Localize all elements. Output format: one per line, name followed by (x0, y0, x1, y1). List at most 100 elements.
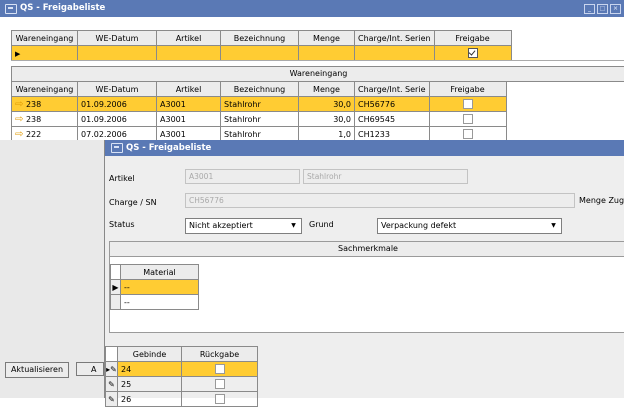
minimize-icon[interactable]: _ (584, 4, 595, 14)
rueckgabe-checkbox[interactable] (214, 394, 225, 404)
freigabe-checkbox[interactable] (462, 129, 473, 139)
rueckgabe-cell[interactable] (181, 361, 258, 377)
sachmerkmale-header: Sachmerkmale (110, 242, 624, 257)
edit-pencil-icon: ✎ (105, 391, 118, 407)
gebinde-cell[interactable]: 25 (117, 376, 182, 392)
row-freigabe[interactable] (428, 96, 507, 112)
gebinde-header[interactable]: Gebinde (117, 346, 182, 362)
filter-cell-menge[interactable] (298, 45, 355, 61)
filter-table: Wareneingang WE-Datum Artikel Bezeichnun… (11, 30, 512, 61)
material-cell[interactable]: -- (120, 294, 199, 310)
charge-label: Charge / SN (109, 198, 157, 207)
filter-header-artikel[interactable]: Artikel (156, 30, 221, 46)
row-arrow-icon: ⇨ (15, 128, 24, 140)
artikel-bezeichnung-field[interactable]: Stahlrohr (303, 169, 468, 184)
row-we-datum[interactable]: 01.09.2006 (77, 111, 157, 127)
filter-cell-freigabe[interactable] (433, 45, 512, 61)
table-row[interactable]: ⇨ 238 01.09.2006 A3001 Stahlrohr 30,0 CH… (11, 96, 507, 112)
material-table: Material ▶ -- -- (110, 264, 199, 310)
row-freigabe[interactable] (428, 111, 507, 127)
gebinde-row[interactable]: ▸✎ 24 (105, 361, 258, 377)
table-row[interactable]: ⇨ 238 01.09.2006 A3001 Stahlrohr 30,0 CH… (11, 111, 507, 127)
col-header-freigabe[interactable]: Freigabe (428, 81, 507, 97)
dialog-title: QS - Freigabeliste (126, 143, 212, 153)
col-header-we-datum[interactable]: WE-Datum (77, 81, 157, 97)
window-title-bar: QS - Freigabeliste _ □ × (0, 0, 624, 17)
filter-header-bezeichnung[interactable]: Bezeichnung (220, 30, 299, 46)
filter-cell-wareneingang[interactable]: ▶ (11, 45, 78, 61)
chevron-down-icon[interactable]: ▼ (288, 220, 299, 232)
charge-field[interactable]: CH56776 (185, 193, 575, 208)
row-artikel[interactable]: A3001 (156, 96, 221, 112)
gebinde-cell[interactable]: 26 (117, 391, 182, 407)
row-bezeichnung[interactable]: Stahlrohr (220, 96, 299, 112)
col-header-wareneingang[interactable]: Wareneingang (11, 81, 78, 97)
material-header-row: Material (110, 264, 199, 280)
material-cell[interactable]: -- (120, 279, 199, 295)
freigabe-checkbox[interactable] (462, 114, 473, 124)
rueckgabe-cell[interactable] (181, 376, 258, 392)
row-charge[interactable]: CH56776 (354, 96, 430, 112)
row-wareneingang[interactable]: ⇨ 238 (11, 96, 78, 112)
rueckgabe-checkbox[interactable] (214, 364, 225, 374)
freigabe-checkbox[interactable] (462, 99, 473, 109)
grund-value: Verpackung defekt (381, 221, 457, 230)
col-header-menge[interactable]: Menge (298, 81, 355, 97)
row-wareneingang-value: 222 (25, 129, 42, 139)
col-header-charge[interactable]: Charge/Int. Serie (354, 81, 430, 97)
row-menge[interactable]: 30,0 (298, 96, 355, 112)
rueckgabe-checkbox[interactable] (214, 379, 225, 389)
rueckgabe-cell[interactable] (181, 391, 258, 407)
main-background (0, 140, 104, 398)
material-row[interactable]: -- (110, 294, 199, 310)
status-value: Nicht akzeptiert (189, 221, 253, 230)
row-charge[interactable]: CH69545 (354, 111, 430, 127)
divider (11, 60, 624, 61)
edit-pencil-icon: ▸✎ (105, 361, 118, 377)
close-icon[interactable]: × (610, 4, 621, 14)
filter-input-row[interactable]: ▶ (11, 45, 512, 61)
dialog-app-icon (111, 143, 123, 153)
main-table: Wareneingang WE-Datum Artikel Bezeichnun… (11, 81, 507, 142)
filter-cell-charge[interactable] (354, 45, 435, 61)
main-header-row: Wareneingang WE-Datum Artikel Bezeichnun… (11, 81, 507, 97)
detail-dialog: QS - Freigabeliste Artikel A3001 Stahlro… (104, 140, 624, 407)
filter-header-menge[interactable]: Menge (298, 30, 355, 46)
material-row[interactable]: ▶ -- (110, 279, 199, 295)
gebinde-row[interactable]: ✎ 26 (105, 391, 258, 407)
row-wareneingang[interactable]: ⇨ 238 (11, 111, 78, 127)
gebinde-cell[interactable]: 24 (117, 361, 182, 377)
filter-header-freigabe[interactable]: Freigabe (433, 30, 512, 46)
freigabe-filter-checkbox[interactable] (467, 48, 478, 58)
filter-header-row: Wareneingang WE-Datum Artikel Bezeichnun… (11, 30, 512, 46)
filter-cell-artikel[interactable] (156, 45, 221, 61)
gebinde-corner (105, 346, 118, 362)
material-header[interactable]: Material (120, 264, 199, 280)
row-artikel[interactable]: A3001 (156, 111, 221, 127)
filter-header-charge[interactable]: Charge/Int. Serien (354, 30, 435, 46)
row-arrow-icon: ⇨ (15, 113, 24, 125)
maximize-icon[interactable]: □ (597, 4, 608, 14)
col-header-artikel[interactable]: Artikel (156, 81, 221, 97)
window-title: QS - Freigabeliste (20, 3, 106, 13)
grund-select[interactable]: Verpackung defekt ▼ (377, 218, 562, 234)
status-label: Status (109, 220, 135, 229)
row-wareneingang-value: 238 (25, 114, 42, 124)
filter-header-wareneingang[interactable]: Wareneingang (11, 30, 78, 46)
secondary-button[interactable]: A (76, 362, 104, 376)
aktualisieren-button[interactable]: Aktualisieren (5, 362, 69, 378)
status-select[interactable]: Nicht akzeptiert ▼ (185, 218, 302, 234)
filter-header-we-datum[interactable]: WE-Datum (77, 30, 157, 46)
chevron-down-icon[interactable]: ▼ (548, 220, 559, 232)
row-marker (110, 294, 121, 310)
artikel-field[interactable]: A3001 (185, 169, 300, 184)
filter-cell-bezeichnung[interactable] (220, 45, 299, 61)
artikel-label: Artikel (109, 174, 135, 183)
filter-cell-we-datum[interactable] (77, 45, 157, 61)
row-bezeichnung[interactable]: Stahlrohr (220, 111, 299, 127)
row-menge[interactable]: 30,0 (298, 111, 355, 127)
gebinde-row[interactable]: ✎ 25 (105, 376, 258, 392)
col-header-bezeichnung[interactable]: Bezeichnung (220, 81, 299, 97)
rueckgabe-header[interactable]: Rückgabe (181, 346, 258, 362)
row-we-datum[interactable]: 01.09.2006 (77, 96, 157, 112)
